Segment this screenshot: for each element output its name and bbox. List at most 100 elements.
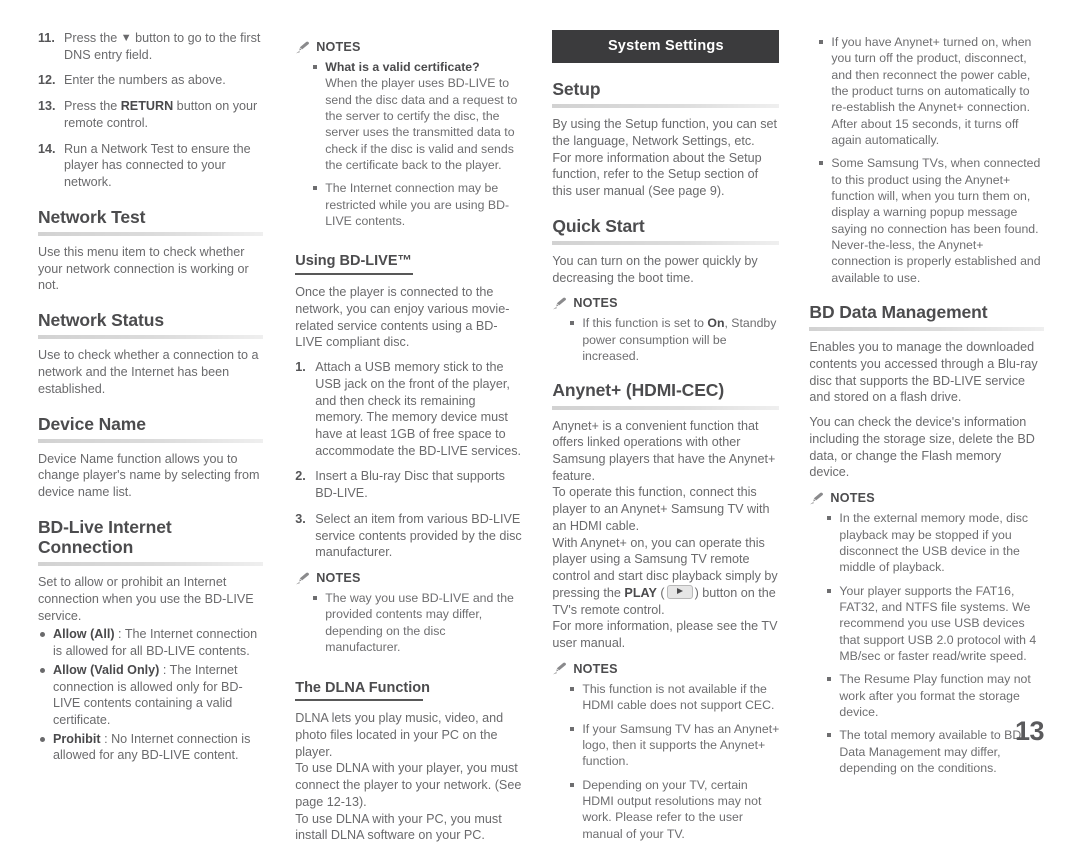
step-text: Run a Network Test to ensure the player …: [64, 141, 251, 190]
step-number: 11.: [38, 31, 55, 45]
on-value-label: On: [707, 316, 725, 331]
heading-network-test: Network Test: [38, 206, 146, 227]
heading-rule: [38, 232, 264, 236]
note-question: What is a valid certificate?: [325, 60, 480, 74]
network-status-body: Use to check whether a connection to a n…: [38, 348, 259, 396]
pencil-icon: [552, 662, 567, 675]
notes-block-quick-start: NOTES If this function is set to On, Sta…: [552, 296, 779, 364]
bd-data-paragraph: You can check the device's information i…: [809, 415, 1035, 480]
notes-label: NOTES: [316, 571, 361, 586]
notes-list: If this function is set to On, Standby p…: [552, 315, 779, 364]
device-name-body: Device Name function allows you to chang…: [38, 451, 260, 500]
note-item: What is a valid certificate? When the pla…: [313, 59, 522, 173]
note-item: If your Samsung TV has an Anynet+ logo, …: [570, 721, 779, 770]
using-bd-live-body: Once the player is connected to the netw…: [295, 285, 510, 350]
network-setup-steps: 11. Press the ▼ button to go to the first…: [38, 30, 263, 191]
note-item: Your player supports the FAT16, FAT32, a…: [827, 583, 1044, 665]
step-item: 12. Enter the numbers as above.: [38, 72, 263, 89]
subheading-rule: [295, 273, 414, 276]
play-button-icon: [666, 584, 693, 599]
subheading-rule: [295, 699, 424, 702]
step-item: 14. Run a Network Test to ensure the play…: [38, 141, 263, 191]
step-number: 12.: [38, 73, 56, 88]
notes-block-bd-data: NOTES In the external memory mode, disc …: [809, 491, 1044, 776]
note-item: Some Samsung TVs, when connected to this…: [819, 155, 1044, 286]
pencil-icon: [295, 41, 310, 54]
option-label: Allow (All): [53, 627, 115, 642]
bd-live-body: Set to allow or prohibit an Internet con…: [38, 575, 254, 623]
heading-quick-start: Quick Start: [552, 215, 645, 236]
heading-bd-data-management: BD Data Management: [809, 302, 988, 323]
heading-rule: [552, 104, 780, 109]
dlna-paragraph: DLNA lets you play music, video, and pho…: [295, 711, 504, 759]
notes-list-anynet-continued: If you have Anynet+ turned on, when you …: [809, 34, 1044, 286]
manual-page: 11. Press the ▼ button to go to the first…: [0, 0, 1080, 842]
note-item: Depending on your TV, certain HDMI outpu…: [570, 777, 779, 842]
step-text: Press the RETURN button on your remote c…: [64, 99, 258, 130]
page-columns: 11. Press the ▼ button to go to the first…: [30, 30, 1050, 842]
step-text: Select an item from various BD-LIVE serv…: [315, 511, 522, 560]
step-item: 3. Select an item from various BD-LIVE se…: [295, 511, 522, 561]
notes-block-anynet: NOTES This function is not available if …: [552, 662, 779, 842]
heading-bd-live-internet-connection: BD-Live Internet Connection: [38, 516, 172, 557]
heading-rule: [809, 327, 1044, 332]
page-number: 13: [1014, 716, 1045, 746]
heading-setup: Setup: [552, 79, 601, 99]
note-text: When the player uses BD-LIVE to send the…: [325, 76, 518, 173]
option-label: Prohibit: [53, 731, 101, 746]
note-item: In the external memory mode, disc playba…: [827, 510, 1044, 575]
heading-anynet-hdmi-cec: Anynet+ (HDMI-CEC): [552, 380, 725, 401]
note-item: If this function is set to On, Standby p…: [570, 315, 779, 364]
notes-list: What is a valid certificate? When the pla…: [295, 59, 522, 229]
note-item: The way you use BD-LIVE and the provided…: [313, 590, 522, 655]
list-item: Allow (Valid Only) : The Internet connec…: [38, 662, 263, 729]
column-3: System Settings Setup By using the Setup…: [540, 30, 795, 841]
step-text: Insert a Blu-ray Disc that supports BD-L…: [315, 469, 505, 501]
column-2: NOTES What is a valid certificate? When t…: [285, 30, 540, 842]
bd-live-usage-steps: 1. Attach a USB memory stick to the USB j…: [295, 359, 522, 561]
column-1: 11. Press the ▼ button to go to the first…: [30, 30, 285, 762]
dlna-paragraph: To use DLNA with your player, you must c…: [295, 761, 522, 809]
heading-rule: [38, 438, 264, 443]
down-arrow-icon: ▼: [120, 32, 132, 44]
step-number: 13.: [38, 99, 56, 114]
anynet-body: Anynet+ is a convenient function that of…: [552, 418, 778, 651]
step-number: 2.: [295, 469, 306, 484]
notes-header: NOTES: [295, 40, 522, 54]
network-test-body: Use this menu item to check whether your…: [38, 245, 249, 293]
pencil-icon: [809, 492, 824, 505]
notes-list: In the external memory mode, disc playba…: [809, 510, 1044, 776]
notes-header: NOTES: [809, 491, 1044, 505]
dlna-paragraph: To use DLNA with your PC, you must insta…: [295, 811, 502, 843]
heading-rule: [38, 335, 264, 340]
notes-header: NOTES: [552, 296, 779, 310]
heading-network-status: Network Status: [38, 310, 164, 331]
quick-start-body: You can turn on the power quickly by dec…: [552, 253, 758, 285]
step-number: 3.: [295, 511, 306, 526]
subheading-using-bd-live: Using BD-LIVE™: [295, 253, 413, 270]
bd-data-paragraph: Enables you to manage the downloaded con…: [809, 340, 1038, 405]
bd-live-options-list: Allow (All) : The Internet connection is…: [38, 626, 263, 764]
step-text: Attach a USB memory stick to the USB jac…: [315, 360, 521, 458]
notes-header: NOTES: [552, 662, 779, 676]
play-key-label: PLAY: [624, 585, 657, 600]
step-text: Enter the numbers as above.: [64, 73, 226, 88]
pencil-icon: [552, 297, 567, 310]
notes-label: NOTES: [573, 661, 618, 676]
note-item: This function is not available if the HD…: [570, 681, 779, 714]
notes-list: This function is not available if the HD…: [552, 681, 779, 842]
step-item: 13. Press the RETURN button on your remot…: [38, 98, 263, 131]
notes-label: NOTES: [830, 491, 875, 506]
step-number: 14.: [38, 141, 56, 156]
notes-list: The way you use BD-LIVE and the provided…: [295, 590, 522, 655]
step-item: 11. Press the ▼ button to go to the first…: [38, 30, 263, 63]
note-item: The total memory available to BD Data Ma…: [827, 727, 1044, 776]
step-text: Press the ▼ button to go to the first DN…: [64, 31, 261, 62]
note-item: If you have Anynet+ turned on, when you …: [819, 34, 1044, 148]
list-item: Prohibit : No Internet connection is all…: [38, 731, 263, 764]
return-key-label: RETURN: [120, 99, 174, 114]
step-item: 1. Attach a USB memory stick to the USB j…: [295, 359, 522, 459]
setup-body: By using the Setup function, you can set…: [552, 117, 778, 199]
notes-label: NOTES: [316, 40, 361, 54]
notes-label: NOTES: [573, 296, 618, 311]
